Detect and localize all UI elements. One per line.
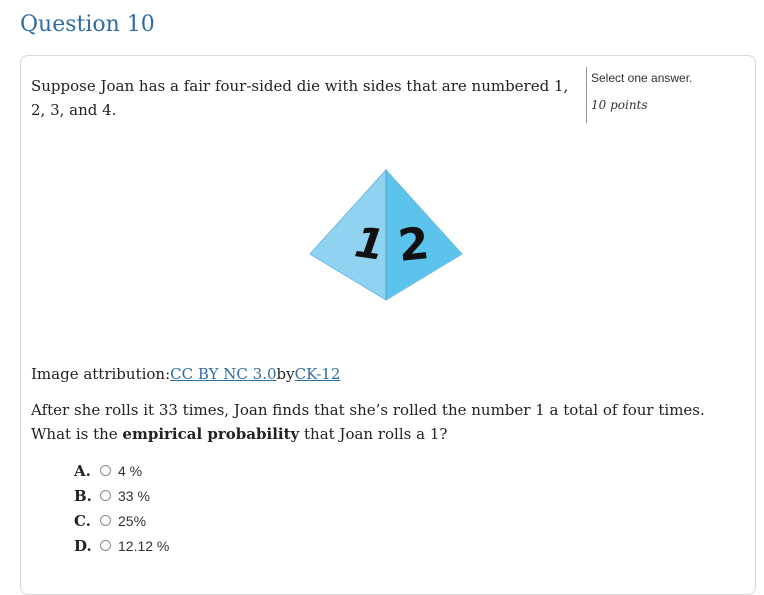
radio-button[interactable]	[100, 540, 111, 551]
radio-button[interactable]	[100, 465, 111, 476]
attribution-prefix: Image attribution:	[31, 365, 171, 383]
author-link[interactable]: CK-12	[295, 365, 341, 383]
stem-text-after: that Joan rolls a 1?	[299, 425, 448, 443]
answer-letter: B.	[74, 486, 92, 505]
answer-text: 4 %	[118, 462, 143, 479]
stem-bold-term: empirical probability	[122, 425, 300, 443]
die-svg: 1 2	[309, 168, 463, 301]
answer-text: 12.12 %	[118, 537, 170, 554]
image-attribution: Image attribution:CC BY NC 3.0byCK-12	[31, 362, 340, 386]
answer-option-c[interactable]: C. 25%	[74, 508, 169, 533]
answer-option-b[interactable]: B. 33 %	[74, 483, 169, 508]
answer-option-a[interactable]: A. 4 %	[74, 458, 169, 483]
attribution-by: by	[276, 365, 295, 383]
answer-letter: D.	[74, 536, 92, 555]
answer-option-d[interactable]: D. 12.12 %	[74, 533, 169, 558]
answer-letter: C.	[74, 511, 91, 530]
die-label-2: 2	[396, 218, 432, 272]
answer-instruction: Select one answer.	[591, 71, 693, 85]
four-sided-die-image: 1 2	[306, 168, 466, 308]
answer-text: 33 %	[118, 487, 150, 504]
question-title: Question 10	[20, 12, 155, 37]
radio-button[interactable]	[100, 490, 111, 501]
radio-button[interactable]	[100, 515, 111, 526]
license-link[interactable]: CC BY NC 3.0	[170, 365, 276, 383]
answer-text: 25%	[118, 512, 147, 529]
answer-letter: A.	[74, 461, 91, 480]
question-meta: Select one answer. 10 points	[586, 67, 692, 123]
answer-options: A. 4 % B. 33 % C. 25% D. 12.12 %	[74, 458, 169, 558]
question-stem-intro: Suppose Joan has a fair four-sided die w…	[31, 77, 569, 119]
question-stem: After she rolls it 33 times, Joan finds …	[31, 398, 746, 446]
points-value: 10 points	[591, 98, 648, 112]
